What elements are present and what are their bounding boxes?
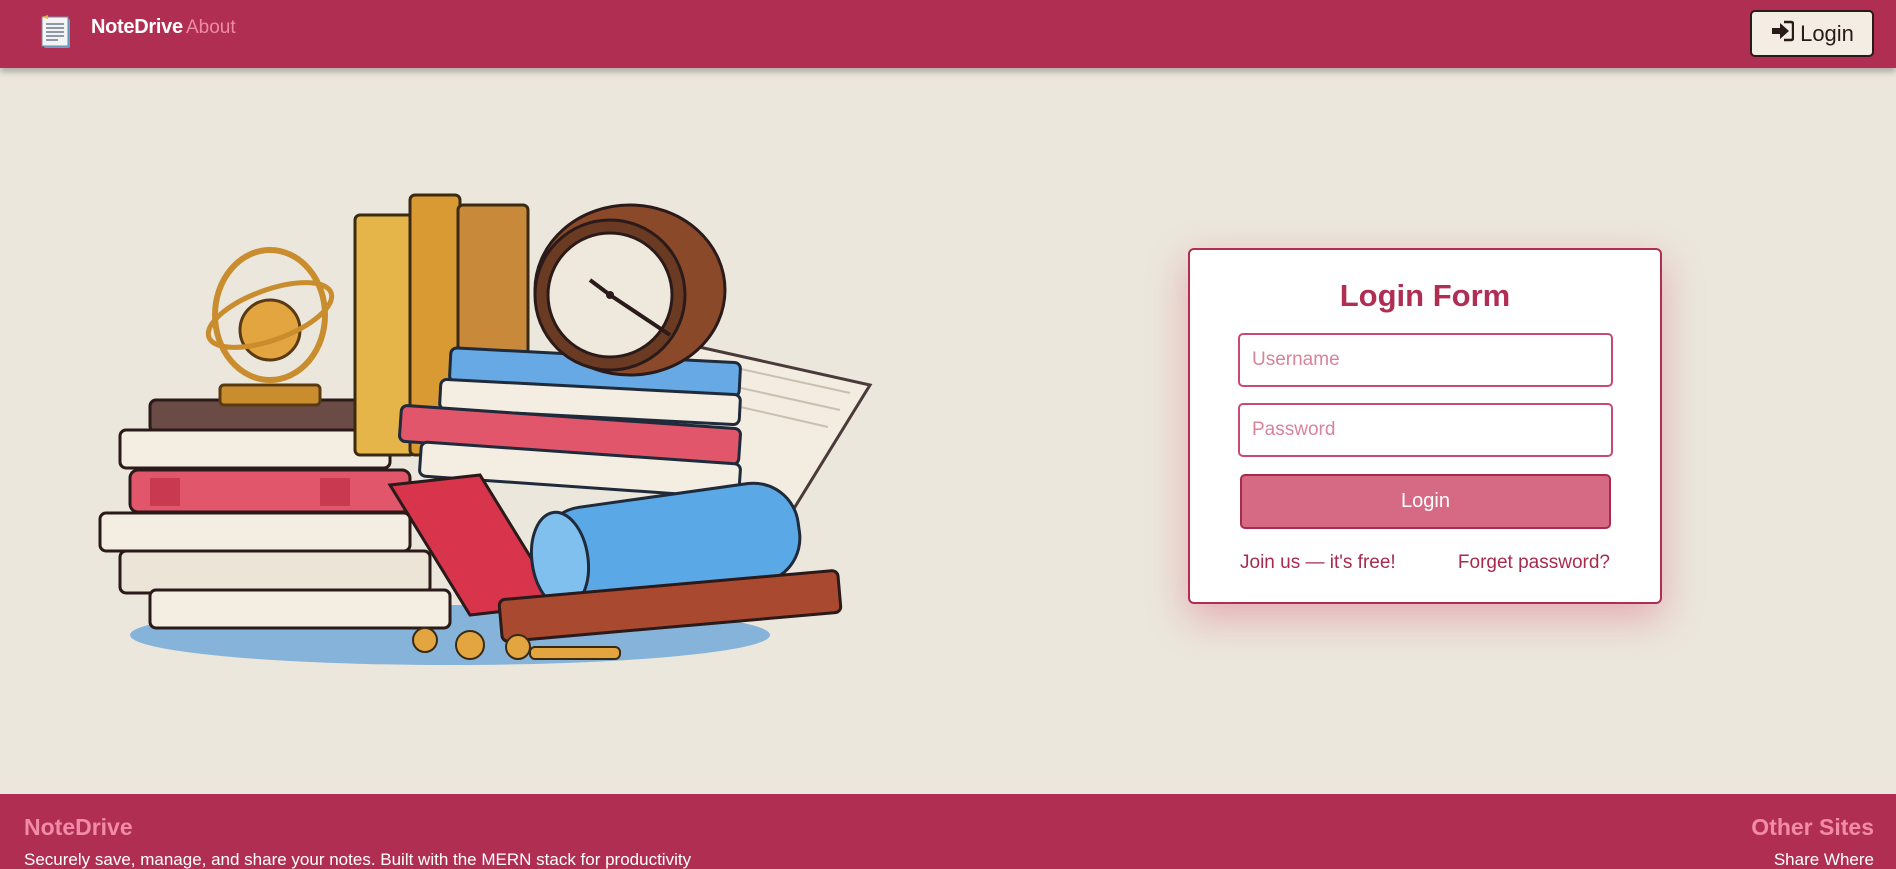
footer-description: Securely save, manage, and share your no… <box>24 850 692 869</box>
footer-share-where-link[interactable]: Share Where <box>1774 850 1874 869</box>
username-input[interactable] <box>1238 333 1613 387</box>
nav-login-button[interactable]: Login <box>1750 10 1874 57</box>
navbar: NoteDrive About Login <box>0 0 1896 68</box>
login-submit-button[interactable]: Login <box>1240 474 1611 529</box>
brand-name[interactable]: NoteDrive <box>91 16 183 39</box>
sign-in-icon <box>1770 20 1795 48</box>
footer-other-sites-title: Other Sites <box>1751 814 1874 840</box>
footer: NoteDrive Securely save, manage, and sha… <box>0 794 1896 869</box>
nav-about-link[interactable]: About <box>186 17 236 39</box>
login-card: Login Form Login Join us — it's free! Fo… <box>1188 248 1662 604</box>
forgot-password-link[interactable]: Forget password? <box>1458 552 1610 574</box>
footer-brand: NoteDrive <box>24 814 133 840</box>
nav-login-label: Login <box>1800 20 1854 46</box>
notepad-icon[interactable] <box>40 14 76 50</box>
join-us-link[interactable]: Join us — it's free! <box>1240 552 1396 574</box>
password-input[interactable] <box>1238 403 1613 457</box>
login-form-title: Login Form <box>1339 278 1511 313</box>
books-clock-illustration <box>90 185 880 675</box>
